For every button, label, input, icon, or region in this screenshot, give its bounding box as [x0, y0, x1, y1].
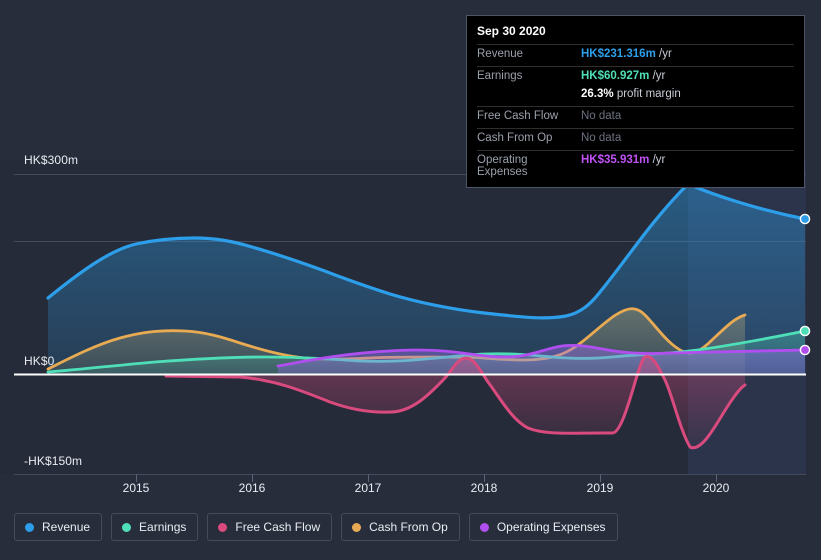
legend-item-revenue[interactable]: Revenue [14, 513, 103, 541]
tooltip-row-free-cash-flow: Free Cash Flow No data [477, 106, 794, 128]
x-axis-label-2015: 2015 [122, 481, 150, 495]
tooltip-row-revenue: Revenue HK$231.316m /yr [477, 44, 794, 66]
legend-label-revenue: Revenue [42, 520, 91, 534]
tooltip-amount-earnings: HK$60.927m [581, 70, 650, 82]
legend-item-earnings[interactable]: Earnings [111, 513, 199, 541]
chart-legend: Revenue Earnings Free Cash Flow Cash Fro… [14, 513, 618, 541]
legend-label-earnings: Earnings [139, 520, 187, 534]
tooltip-amount-profit-margin: 26.3% [581, 88, 614, 100]
tooltip-value-cash-from-op: No data [581, 132, 622, 144]
end-marker-revenue [799, 213, 811, 225]
tooltip-label-cash-from-op: Cash From Op [477, 132, 553, 144]
tooltip-value-earnings: HK$60.927m /yr [581, 70, 665, 82]
legend-dot-free-cash-flow-icon [218, 522, 228, 532]
financial-chart-widget: HK$300m HK$0 -HK$150m 2015 2016 2017 201… [0, 0, 821, 560]
end-marker-operating-expenses [799, 344, 811, 356]
legend-label-cash-from-op: Cash From Op [369, 520, 448, 534]
tooltip-value-profit-margin: 26.3% profit margin [581, 88, 681, 100]
tooltip-value-operating-expenses: HK$35.931m /yr [581, 154, 665, 166]
tooltip-row-profit-margin: 26.3% profit margin [477, 88, 794, 106]
tooltip-row-operating-expenses: Operating Expenses HK$35.931m /yr [477, 150, 794, 181]
tooltip-rows: Revenue HK$231.316m /yr Earnings HK$60.9… [467, 44, 804, 187]
chart-tooltip: Sep 30 2020 Revenue HK$231.316m /yr Earn… [466, 15, 805, 188]
tooltip-label-earnings: Earnings [477, 70, 523, 82]
x-axis-label-2016: 2016 [238, 481, 266, 495]
legend-dot-cash-from-op-icon [352, 522, 362, 532]
x-axis-label-2017: 2017 [354, 481, 382, 495]
tooltip-row-earnings: Earnings HK$60.927m /yr [477, 66, 794, 88]
tooltip-label-operating-expenses: Operating Expenses [477, 154, 528, 178]
legend-label-operating-expenses: Operating Expenses [496, 520, 606, 534]
y-axis-label-neg150m: -HK$150m [24, 454, 83, 468]
legend-label-free-cash-flow: Free Cash Flow [235, 520, 321, 534]
tooltip-unit-revenue: /yr [659, 48, 672, 60]
legend-item-operating-expenses[interactable]: Operating Expenses [468, 513, 618, 541]
tooltip-value-revenue: HK$231.316m /yr [581, 48, 672, 60]
tooltip-value-free-cash-flow: No data [581, 110, 622, 122]
legend-dot-operating-expenses-icon [479, 522, 489, 532]
tooltip-amount-revenue: HK$231.316m [581, 48, 656, 60]
legend-dot-revenue-icon [25, 522, 34, 532]
tooltip-label-revenue: Revenue [477, 48, 524, 60]
tooltip-unit-operating-expenses: /yr [652, 154, 666, 166]
tooltip-unit-profit-margin: profit margin [616, 88, 681, 100]
tooltip-unit-earnings: /yr [652, 70, 666, 82]
tooltip-row-cash-from-op: Cash From Op No data [477, 128, 794, 150]
x-axis-label-2019: 2019 [586, 481, 614, 495]
end-marker-earnings [799, 325, 811, 337]
tooltip-amount-operating-expenses: HK$35.931m [581, 154, 650, 166]
y-axis-label-300m: HK$300m [24, 153, 79, 167]
tooltip-date: Sep 30 2020 [477, 24, 546, 38]
x-axis-label-2020: 2020 [702, 481, 730, 495]
x-axis-label-2018: 2018 [470, 481, 498, 495]
legend-item-cash-from-op[interactable]: Cash From Op [341, 513, 460, 541]
legend-item-free-cash-flow[interactable]: Free Cash Flow [207, 513, 333, 541]
y-axis-label-zero: HK$0 [24, 354, 55, 368]
tooltip-label-free-cash-flow: Free Cash Flow [477, 110, 559, 122]
legend-dot-earnings-icon [122, 522, 132, 532]
